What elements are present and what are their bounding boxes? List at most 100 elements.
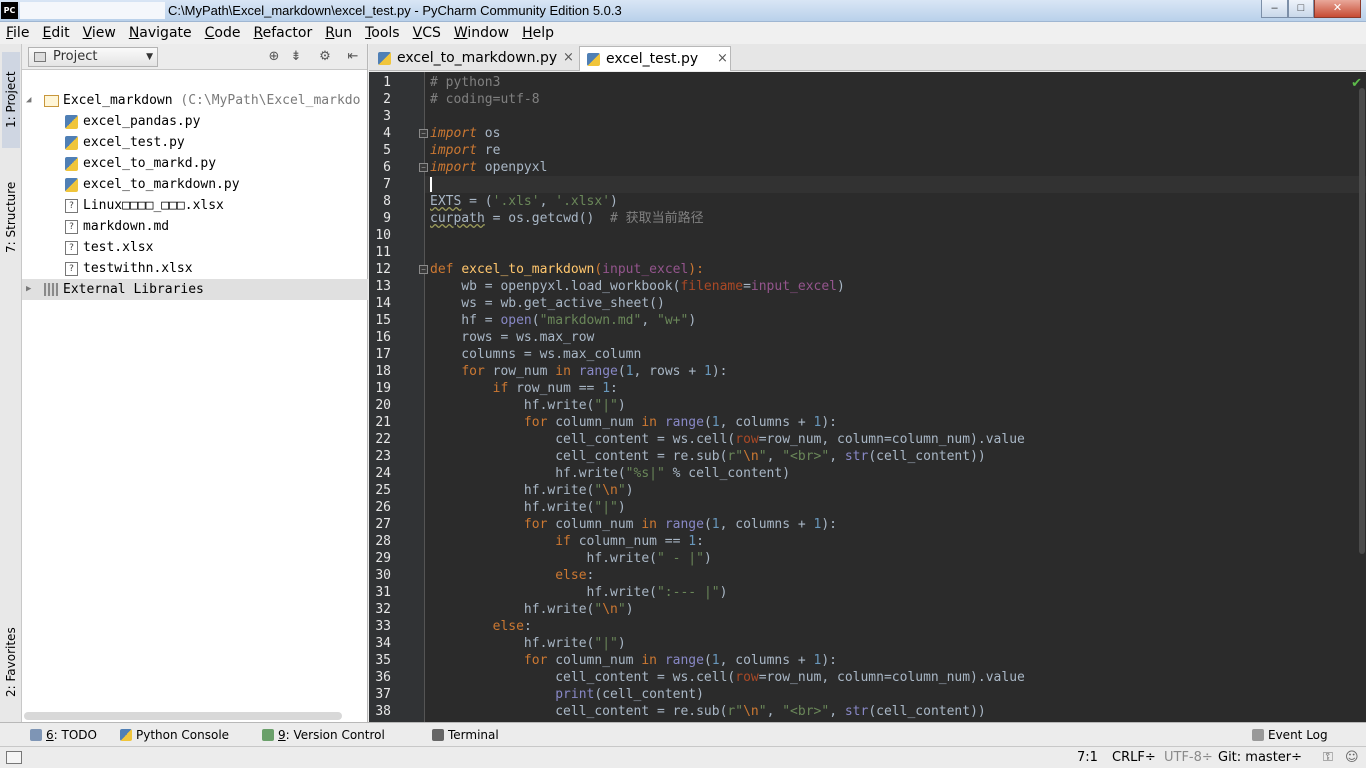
code-line[interactable]: ws = wb.get_active_sheet() [430, 295, 665, 312]
menu-mnemonic: W [453, 25, 468, 41]
code-line[interactable]: import openpyxl [430, 159, 547, 176]
menu-code[interactable]: Code [199, 23, 248, 43]
unknown-file-icon: ? [65, 241, 78, 255]
code-line[interactable]: EXTS = ('.xls', '.xlsx') [430, 193, 618, 210]
code-line[interactable]: cell_content = re.sub(r"\n", "<br>", str… [430, 703, 986, 720]
code-line[interactable]: hf.write("\n") [430, 482, 634, 499]
code-line[interactable]: # python3 [430, 74, 500, 91]
tab-favorites-toolwindow[interactable]: 2: Favorites [2, 604, 20, 720]
fold-marker-icon[interactable]: − [419, 163, 428, 172]
menu-view[interactable]: View [77, 23, 123, 43]
line-number: 14 [375, 296, 391, 311]
menu-window[interactable]: Window [448, 23, 516, 43]
menu-run[interactable]: Run [319, 23, 359, 43]
code-line[interactable]: for column_num in range(1, columns + 1): [430, 516, 837, 533]
code-line[interactable]: hf.write("|") [430, 397, 626, 414]
code-line[interactable]: def excel_to_markdown(input_excel): [430, 261, 704, 278]
tree-item-label: Excel_markdown (C:\MyPath\Excel_markdo [63, 90, 360, 111]
code-line[interactable]: rows = ws.max_row [430, 329, 594, 346]
pycharm-logo-icon[interactable]: PC [1, 2, 18, 19]
terminal-button[interactable]: Terminal [432, 727, 499, 743]
code-line[interactable]: print(cell_content) [430, 686, 704, 703]
project-view-selector[interactable]: Project ▼ [28, 47, 158, 67]
todo-label: : TODO [53, 728, 97, 742]
code-line[interactable]: cell_content = ws.cell(row=row_num, colu… [430, 669, 1025, 686]
code-line[interactable]: wb = openpyxl.load_workbook(filename=inp… [430, 278, 845, 295]
locate-target-icon[interactable]: ⊕ [266, 48, 282, 64]
code-line[interactable]: import re [430, 142, 500, 159]
caret-position[interactable]: 7:1 [1077, 750, 1098, 766]
tree-item-file[interactable]: ? test.xlsx [22, 237, 368, 258]
close-tab-icon[interactable]: × [563, 46, 574, 70]
code-line[interactable]: cell_content = ws.cell(row=row_num, colu… [430, 431, 1025, 448]
tree-item-project-root[interactable]: ◢ Excel_markdown (C:\MyPath\Excel_markdo [22, 90, 368, 111]
todo-tool-button[interactable]: 6: TODO [30, 727, 97, 743]
project-tab-label: 1: Project [4, 71, 18, 129]
menu-file[interactable]: File [0, 23, 36, 43]
version-control-mnemonic: 9 [278, 728, 286, 742]
toolwindow-toggle-icon[interactable] [6, 751, 22, 764]
code-line[interactable]: cell_content = re.sub(r"\n", "<br>", str… [430, 448, 986, 465]
event-log-button[interactable]: Event Log [1252, 727, 1328, 743]
gear-icon[interactable]: ⚙ [317, 48, 333, 64]
close-tab-icon[interactable]: × [717, 47, 728, 71]
code-line[interactable]: hf.write(" - |") [430, 550, 712, 567]
tree-item-file[interactable]: excel_test.py [22, 132, 368, 153]
fold-marker-icon[interactable]: − [419, 265, 428, 274]
menu-edit[interactable]: Edit [36, 23, 76, 43]
code-line[interactable]: else: [430, 567, 594, 584]
menu-mnemonic: N [128, 25, 140, 41]
version-control-button[interactable]: 9: Version Control [262, 727, 385, 743]
git-branch[interactable]: Git: master÷ [1218, 750, 1302, 766]
code-line[interactable]: import os [430, 125, 500, 142]
file-encoding[interactable]: UTF-8÷ [1164, 750, 1213, 766]
code-line[interactable]: if column_num == 1: [430, 533, 704, 550]
hide-panel-icon[interactable]: ⇤ [345, 48, 361, 64]
expand-arrow-icon[interactable]: ▶ [26, 279, 31, 300]
code-editor[interactable]: 1 2 3 4 5 6 7 8 9 10 11 12 13 14 15 16 17 18 19 20 21 22 23 24 2… [369, 72, 1366, 722]
menu-vcs[interactable]: VCS [407, 23, 448, 43]
fold-marker-icon[interactable]: − [419, 129, 428, 138]
code-line[interactable]: for column_num in range(1, columns + 1): [430, 414, 837, 431]
tree-item-file[interactable]: excel_to_markdown.py [22, 174, 368, 195]
code-line[interactable]: hf.write("|") [430, 635, 626, 652]
tab-structure-toolwindow[interactable]: 7: Structure [2, 162, 20, 272]
line-separator[interactable]: CRLF÷ [1112, 750, 1156, 766]
code-line[interactable]: for row_num in range(1, rows + 1): [430, 363, 727, 380]
code-line[interactable]: curpath = os.getcwd() # 获取当前路径 [430, 210, 704, 227]
python-console-button[interactable]: Python Console [120, 727, 229, 743]
code-line[interactable]: for column_num in range(1, columns + 1): [430, 652, 837, 669]
menu-help[interactable]: Help [516, 23, 561, 43]
expand-arrow-icon[interactable]: ◢ [26, 90, 31, 111]
collapse-all-icon[interactable]: ⇟ [288, 48, 304, 64]
code-line[interactable]: else: [430, 618, 532, 635]
code-line[interactable]: hf = open("markdown.md", "w+") [430, 312, 696, 329]
code-line[interactable]: # coding=utf-8 [430, 91, 540, 108]
editor-vertical-scrollbar[interactable] [1359, 88, 1365, 554]
code-line[interactable]: hf.write("|") [430, 499, 626, 516]
tree-item-file[interactable]: ? Linux□□□□_□□□.xlsx [22, 195, 368, 216]
tree-item-file[interactable]: ? testwithn.xlsx [22, 258, 368, 279]
tree-item-external-libraries[interactable]: ▶ External Libraries [22, 279, 368, 300]
code-line[interactable]: hf.write("\n") [430, 601, 634, 618]
project-horizontal-scrollbar[interactable] [24, 712, 342, 720]
inspector-icon[interactable]: ☺ [1345, 750, 1359, 766]
menu-refactor[interactable]: Refactor [247, 23, 319, 43]
menu-navigate[interactable]: Navigate [123, 23, 199, 43]
code-line[interactable]: if row_num == 1: [430, 380, 618, 397]
code-line[interactable]: hf.write(":--- |") [430, 584, 728, 601]
tree-item-file[interactable]: ? markdown.md [22, 216, 368, 237]
maximize-button[interactable]: □ [1288, 0, 1314, 18]
tree-item-file[interactable]: excel_to_markd.py [22, 153, 368, 174]
editor-tab[interactable]: excel_to_markdown.py × [371, 46, 576, 71]
menu-tools[interactable]: Tools [359, 23, 407, 43]
minimize-button[interactable]: – [1261, 0, 1288, 18]
close-button[interactable]: ✕ [1314, 0, 1361, 18]
editor-tab[interactable]: excel_test.py × [579, 46, 731, 71]
structure-tab-label: 7: Structure [4, 181, 18, 253]
code-line[interactable]: hf.write("%s|" % cell_content) [430, 465, 790, 482]
lock-icon[interactable]: ⚿ [1323, 750, 1333, 766]
tab-project-toolwindow[interactable]: 1: Project [2, 52, 20, 148]
tree-item-file[interactable]: excel_pandas.py [22, 111, 368, 132]
code-line[interactable]: columns = ws.max_column [430, 346, 641, 363]
